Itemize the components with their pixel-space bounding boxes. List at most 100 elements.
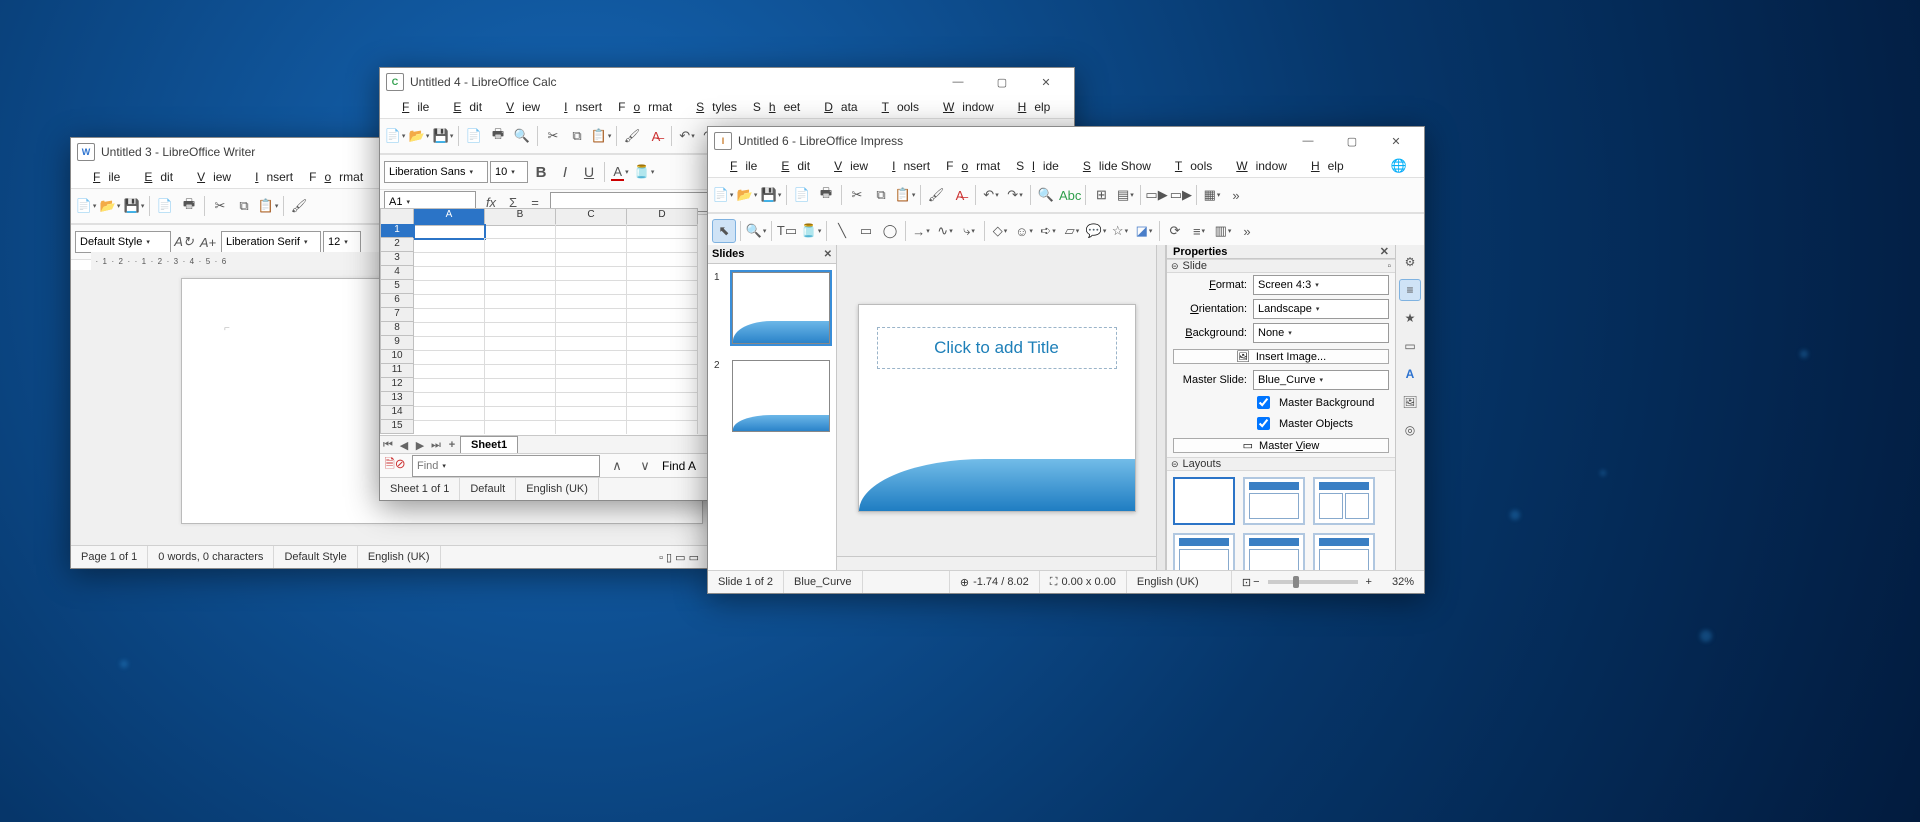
cell[interactable] xyxy=(627,378,698,393)
paste-button[interactable]: 📋▾ xyxy=(257,195,279,217)
textbox-tool[interactable]: T▭ xyxy=(776,220,798,242)
menu-help[interactable]: Help xyxy=(1002,96,1059,118)
master-background-checkbox[interactable] xyxy=(1257,396,1270,409)
bold-button[interactable]: B xyxy=(530,161,552,183)
copy-button[interactable]: ⧉ xyxy=(870,184,892,206)
find-button[interactable]: 🔍 xyxy=(1035,184,1057,206)
find-next-button[interactable]: ∨ xyxy=(634,455,656,477)
status-style[interactable]: Default Style xyxy=(274,546,357,568)
cell[interactable] xyxy=(627,280,698,295)
menu-insert[interactable]: Insert xyxy=(239,166,301,188)
cell[interactable] xyxy=(414,336,485,351)
sheet-first-button[interactable]: ⏮ xyxy=(380,439,396,452)
title-placeholder[interactable]: Click to add Title xyxy=(877,327,1117,369)
menu-slideshow[interactable]: Slide Show xyxy=(1067,155,1159,177)
cell[interactable] xyxy=(485,378,556,393)
start-first-button[interactable]: ▭▶ xyxy=(1145,184,1167,206)
row-head[interactable]: 11 xyxy=(380,364,414,378)
menu-help[interactable]: Help xyxy=(1295,155,1352,177)
symbol-shapes-tool[interactable]: ☺▾ xyxy=(1013,220,1035,242)
paste-button[interactable]: 📋▾ xyxy=(894,184,916,206)
section-more-button[interactable]: ▫ xyxy=(1387,261,1391,272)
row-head[interactable]: 13 xyxy=(380,392,414,406)
layout-title-content[interactable] xyxy=(1313,477,1375,525)
font-size-combo[interactable]: 12▾ xyxy=(323,231,361,253)
cut-button[interactable]: ✂ xyxy=(542,125,564,147)
open-button[interactable]: 📂▾ xyxy=(736,184,758,206)
section-slide[interactable]: Slide xyxy=(1183,260,1207,272)
export-pdf-button[interactable]: 📄 xyxy=(463,125,485,147)
cell[interactable] xyxy=(556,336,627,351)
sheet-next-button[interactable]: ▶ xyxy=(412,439,428,452)
slide-canvas[interactable]: Click to add Title xyxy=(837,245,1156,571)
arrow-tool[interactable]: →▾ xyxy=(910,220,932,242)
grid-button[interactable]: ⊞ xyxy=(1090,184,1112,206)
sidebar-gallery-icon[interactable]: 🖼 xyxy=(1399,391,1421,413)
start-current-button[interactable]: ▭▶ xyxy=(1170,184,1192,206)
update-style-button[interactable]: A↻ xyxy=(173,231,195,253)
status-coords[interactable]: ⊕-1.74 / 8.02 xyxy=(949,571,1040,593)
master-view-button[interactable]: ▭Master View xyxy=(1173,438,1389,453)
menu-file[interactable]: File xyxy=(386,96,437,118)
zoom-percent[interactable]: 32% xyxy=(1382,571,1424,593)
cell[interactable] xyxy=(414,308,485,323)
star-tool[interactable]: ☆▾ xyxy=(1109,220,1131,242)
calc-titlebar[interactable]: C Untitled 4 - LibreOffice Calc — ▢ ✕ xyxy=(380,68,1074,96)
menu-format[interactable]: Format xyxy=(610,96,680,118)
cell[interactable] xyxy=(556,322,627,337)
brush-icon[interactable]: 🖌 xyxy=(288,195,310,217)
cell[interactable] xyxy=(556,420,627,434)
cell[interactable] xyxy=(485,322,556,337)
basic-shapes-tool[interactable]: ◇▾ xyxy=(989,220,1011,242)
cell[interactable] xyxy=(556,224,627,239)
cell[interactable] xyxy=(414,378,485,393)
ellipse-tool[interactable]: ◯ xyxy=(879,220,901,242)
italic-button[interactable]: I xyxy=(554,161,576,183)
cell[interactable] xyxy=(485,266,556,281)
status-view-icons[interactable]: ▫ ▯ ▭ ▭ xyxy=(649,546,709,568)
open-button[interactable]: 📂▾ xyxy=(99,195,121,217)
maximize-button[interactable]: ▢ xyxy=(980,68,1024,96)
format-combo[interactable]: Screen 4:3▾ xyxy=(1253,275,1389,295)
close-button[interactable]: ✕ xyxy=(1024,68,1068,96)
open-button[interactable]: 📂▾ xyxy=(408,125,430,147)
status-lang[interactable]: English (UK) xyxy=(358,546,441,568)
cell[interactable] xyxy=(627,308,698,323)
spellcheck-button[interactable]: Abc xyxy=(1059,184,1081,206)
menu-format[interactable]: Format xyxy=(301,166,371,188)
undo-button[interactable]: ↶▾ xyxy=(676,125,698,147)
cell[interactable] xyxy=(485,238,556,253)
display-views-button[interactable]: ▤▾ xyxy=(1114,184,1136,206)
cell[interactable] xyxy=(627,266,698,281)
block-arrows-tool[interactable]: ➪▾ xyxy=(1037,220,1059,242)
menu-insert[interactable]: Insert xyxy=(548,96,610,118)
connector-tool[interactable]: ⤷▾ xyxy=(958,220,980,242)
flowchart-tool[interactable]: ▱▾ xyxy=(1061,220,1083,242)
menu-edit[interactable]: Edit xyxy=(128,166,181,188)
sidebar-navigator-icon[interactable]: ◎ xyxy=(1399,419,1421,441)
cell[interactable] xyxy=(485,350,556,365)
row-head[interactable]: 10 xyxy=(380,350,414,364)
save-button[interactable]: 💾▾ xyxy=(432,125,454,147)
row-head[interactable]: 4 xyxy=(380,266,414,280)
cell[interactable] xyxy=(556,238,627,253)
sheet-add-button[interactable]: + xyxy=(444,439,460,451)
cell[interactable] xyxy=(485,224,556,239)
paragraph-style-combo[interactable]: Default Style▾ xyxy=(75,231,171,253)
cell[interactable] xyxy=(627,294,698,309)
sheet-last-button[interactable]: ⏭ xyxy=(428,439,444,452)
find-prev-button[interactable]: ∧ xyxy=(606,455,628,477)
close-button[interactable]: ✕ xyxy=(1374,127,1418,155)
cell[interactable] xyxy=(627,364,698,379)
rect-tool[interactable]: ▭ xyxy=(855,220,877,242)
find-input[interactable]: Find▾ xyxy=(412,455,600,477)
cell[interactable] xyxy=(556,406,627,421)
sidebar-transitions-icon[interactable]: ★ xyxy=(1399,307,1421,329)
cell[interactable] xyxy=(485,392,556,407)
row-head[interactable]: 15 xyxy=(380,420,414,434)
menu-tools[interactable]: Tools xyxy=(1159,155,1220,177)
cell[interactable] xyxy=(414,350,485,365)
pointer-tool[interactable]: ⬉ xyxy=(712,219,736,243)
sidebar-properties-icon[interactable]: ≡ xyxy=(1399,279,1421,301)
cell[interactable] xyxy=(485,252,556,267)
